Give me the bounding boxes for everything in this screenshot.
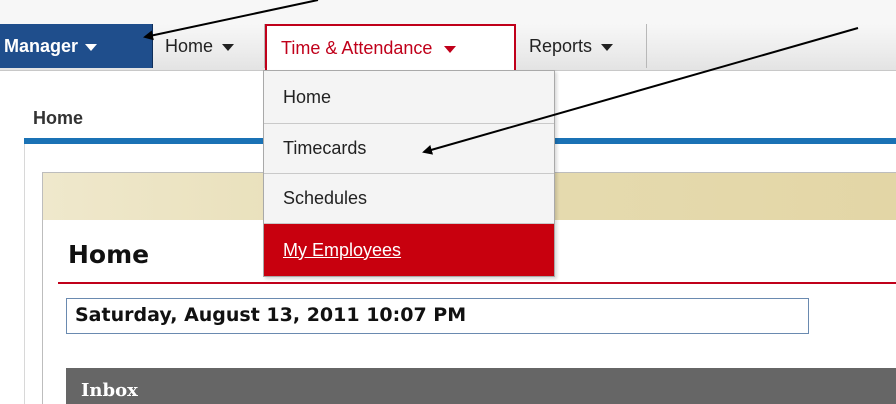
caret-down-icon [601,43,614,51]
nav-reports-menu[interactable]: Reports [516,24,647,68]
title-divider [58,282,896,284]
current-datetime: Saturday, August 13, 2011 10:07 PM [66,298,809,334]
caret-down-icon [85,43,98,51]
top-strip [0,0,896,24]
nav-time-attendance-label: Time & Attendance [281,37,433,58]
breadcrumb: Home [33,108,84,128]
inbox-header[interactable]: Inbox [66,368,896,404]
menu-item-my-employees[interactable]: My Employees [264,224,554,276]
nav-time-attendance-menu[interactable]: Time & Attendance [265,24,516,70]
app-window: Manager Home Time & Attendance Reports H… [0,0,896,404]
menu-item-timecards[interactable]: Timecards [264,124,554,174]
nav-manager-label: Manager [4,35,79,56]
time-attendance-dropdown: Home Timecards Schedules My Employees [263,70,555,277]
caret-down-icon [222,43,235,51]
caret-down-icon [444,45,457,53]
page-title: Home [68,240,150,269]
main-nav-bar: Manager Home Time & Attendance Reports [0,24,896,71]
nav-home-menu[interactable]: Home [153,24,265,68]
inbox-label: Inbox [81,380,138,401]
nav-home-label: Home [165,35,214,56]
nav-reports-label: Reports [529,35,593,56]
menu-item-schedules[interactable]: Schedules [264,174,554,224]
menu-item-home[interactable]: Home [264,71,554,124]
nav-manager-menu[interactable]: Manager [0,24,153,68]
